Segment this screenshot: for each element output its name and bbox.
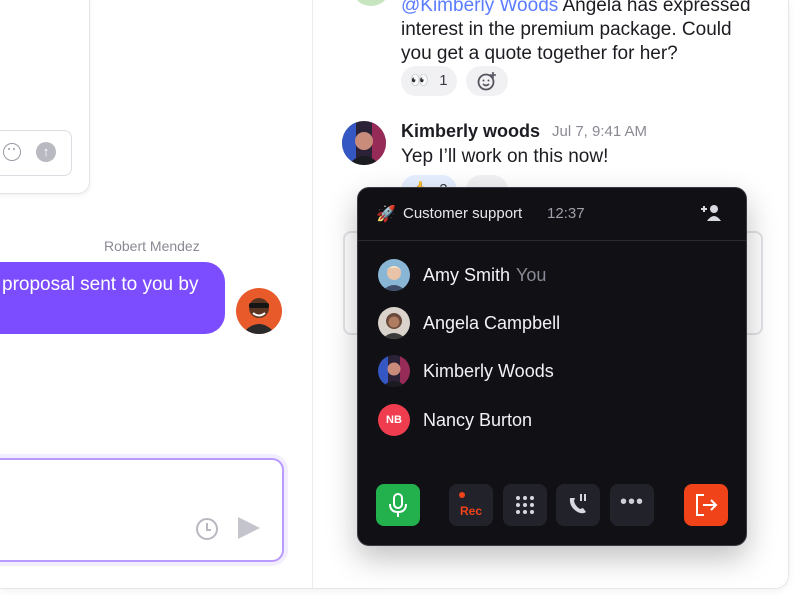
- call-title: Customer support: [403, 205, 523, 222]
- call-duration: 12:37: [547, 205, 585, 222]
- hold-call-icon: [569, 494, 586, 514]
- keypad-button[interactable]: [503, 484, 547, 526]
- participant-nancy[interactable]: NB Nancy Burton: [378, 404, 718, 436]
- previous-message-line1: @Kimberly Woods Angela has expressed: [401, 0, 781, 18]
- reply-input[interactable]: ↑: [0, 130, 72, 176]
- participant-name: Kimberly Woods: [423, 361, 554, 381]
- avatar-amy: [378, 259, 410, 291]
- leave-call-button[interactable]: [684, 484, 728, 526]
- previous-message-line3: you get a quote together for her?: [401, 43, 678, 64]
- participant-name: Amy Smith You: [423, 265, 546, 286]
- keypad-icon: [516, 496, 534, 514]
- participant-angela[interactable]: Angela Campbell: [378, 307, 718, 339]
- call-panel: 🚀 Customer support 12:37 Amy Smith You A…: [357, 187, 747, 546]
- left-conversation-pane: ↑ Robert Mendez proposal sent to you by: [0, 0, 313, 588]
- kimberly-message: Yep I’ll work on this now!: [401, 146, 609, 167]
- message-bubble-text: proposal sent to you by: [0, 274, 225, 296]
- clock-icon[interactable]: [196, 518, 218, 540]
- more-icon: •••: [619, 491, 644, 513]
- bubble-text-content: proposal sent to you by: [2, 274, 199, 295]
- message-composer[interactable]: [0, 458, 284, 562]
- participant-kimberly[interactable]: Kimberly Woods: [378, 355, 718, 387]
- avatar-angela: [378, 307, 410, 339]
- mention-kimberly[interactable]: @Kimberly Woods: [401, 0, 558, 16]
- message-author[interactable]: Kimberly woods: [401, 121, 540, 142]
- avatar-kimberly: [342, 121, 386, 165]
- hold-call-button[interactable]: [556, 484, 600, 526]
- app-window: ↑ Robert Mendez proposal sent to you by …: [0, 0, 789, 589]
- participant-name: Nancy Burton: [423, 410, 533, 430]
- mic-icon: [389, 493, 407, 517]
- previous-message: @Kimberly Woods Angela has expressed int…: [401, 0, 781, 66]
- rocket-icon: 🚀: [376, 206, 396, 223]
- mic-button[interactable]: [376, 484, 420, 526]
- avatar-kimberly-small: [378, 355, 410, 387]
- message-timestamp: Jul 7, 9:41 AM: [552, 123, 648, 140]
- send-up-icon[interactable]: ↑: [36, 142, 56, 162]
- sender-name: Robert Mendez: [104, 238, 200, 254]
- participant-amy[interactable]: Amy Smith You: [378, 259, 718, 291]
- previous-message-line2: interest in the premium package. Could: [401, 19, 732, 40]
- participant-name-text: Amy Smith: [423, 265, 511, 285]
- add-reaction-icon: [477, 72, 496, 91]
- more-button[interactable]: •••: [610, 484, 654, 526]
- reaction-eyes[interactable]: 👀 1: [401, 66, 457, 96]
- line1-rest: Angela has expressed: [558, 0, 751, 16]
- emoji-icon[interactable]: [3, 143, 21, 161]
- send-icon[interactable]: [238, 517, 260, 539]
- call-panel-header: 🚀 Customer support 12:37: [358, 188, 746, 241]
- add-reaction-button[interactable]: [466, 66, 508, 96]
- record-label: Rec: [459, 504, 482, 518]
- record-icon: [459, 492, 465, 498]
- record-button[interactable]: Rec: [449, 484, 493, 526]
- leave-call-icon: [696, 494, 718, 516]
- avatar-robert: [236, 288, 282, 334]
- avatar-initials: NB: [378, 404, 410, 436]
- reaction-count: 1: [439, 72, 448, 89]
- avatar-top-partial: [350, 0, 392, 8]
- add-user-icon[interactable]: [699, 203, 723, 223]
- message-bubble: [0, 262, 225, 334]
- participant-name: Angela Campbell: [423, 313, 561, 333]
- eyes-emoji: 👀: [410, 72, 430, 89]
- you-tag: You: [516, 265, 547, 285]
